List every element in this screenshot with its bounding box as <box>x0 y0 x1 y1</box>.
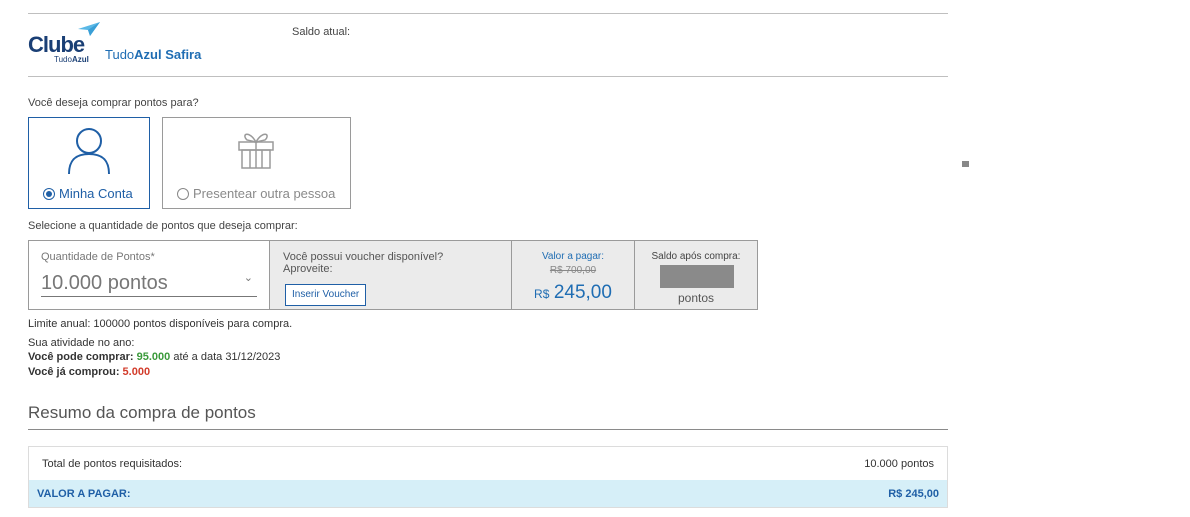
saldo-cell: Saldo após compra: pontos <box>635 241 757 309</box>
can-buy-line: Você pode comprar: 95.000 até a data 31/… <box>28 351 281 363</box>
option-minha-conta[interactable]: Minha Conta <box>28 117 150 209</box>
top-divider <box>28 13 948 14</box>
annual-limit-text: Limite anual: 100000 pontos disponíveis … <box>28 318 293 330</box>
option-presentear-label: Presentear outra pessoa <box>177 186 335 201</box>
quantity-underline <box>41 296 257 297</box>
brand-tier: TudoAzul Safira <box>105 47 202 62</box>
total-value: R$ 245,00 <box>888 487 939 500</box>
valor-old-price: R$ 700,00 <box>549 265 597 276</box>
option-presentear[interactable]: Presentear outra pessoa <box>162 117 351 209</box>
saldo-atual-label: Saldo atual: <box>292 26 351 38</box>
logo-sub-text: TudoAzul <box>54 55 89 64</box>
valor-new-price: R$ 245,00 <box>534 282 612 303</box>
gift-icon <box>238 133 274 169</box>
quantity-field-label: Quantidade de Pontos* <box>41 251 155 263</box>
quantity-select[interactable]: Quantidade de Pontos* 10.000 pontos ⌄ <box>29 241 270 309</box>
summary-divider <box>28 429 948 430</box>
person-icon <box>68 128 110 175</box>
summary-title: Resumo da compra de pontos <box>28 403 256 422</box>
activity-title: Sua atividade no ano: <box>28 337 135 349</box>
option-minha-conta-label: Minha Conta <box>43 186 133 201</box>
valor-label: Valor a pagar: <box>541 251 605 262</box>
total-points-label: Total de pontos requisitados: <box>42 457 183 470</box>
radio-presentear[interactable] <box>177 187 189 200</box>
valor-cell: Valor a pagar: R$ 700,00 R$ 245,00 <box>512 241 635 309</box>
voucher-cell: Você possui voucher disponível? Aproveit… <box>270 241 512 309</box>
insert-voucher-button[interactable]: Inserir Voucher <box>285 284 367 306</box>
total-points-value: 10.000 pontos <box>864 457 934 470</box>
saldo-unit: pontos <box>677 291 715 305</box>
clube-tudoazul-logo: Clube TudoAzul <box>28 22 108 66</box>
summary-table: Total de pontos requisitados: 10.000 pon… <box>28 446 948 508</box>
total-label: VALOR A PAGAR: <box>37 487 131 500</box>
header-divider <box>28 76 948 77</box>
saldo-apos-label: Saldo após compra: <box>651 251 741 262</box>
radio-minha-conta[interactable] <box>43 187 55 200</box>
voucher-prompt: Você possui voucher disponível? Aproveit… <box>283 251 444 275</box>
quantity-question: Selecione a quantidade de pontos que des… <box>28 220 298 232</box>
table-row: Total de pontos requisitados: 10.000 pon… <box>29 447 947 480</box>
purchase-for-question: Você deseja comprar pontos para? <box>28 97 199 109</box>
quantity-selected-value: 10.000 pontos <box>41 272 168 294</box>
saldo-redacted <box>660 265 734 288</box>
stray-dot <box>962 161 969 167</box>
total-row: VALOR A PAGAR: R$ 245,00 <box>29 480 947 507</box>
bought-line: Você já comprou: 5.000 <box>28 366 151 378</box>
chevron-down-icon[interactable]: ⌄ <box>244 271 253 284</box>
purchase-box: Quantidade de Pontos* 10.000 pontos ⌄ Vo… <box>28 240 758 310</box>
